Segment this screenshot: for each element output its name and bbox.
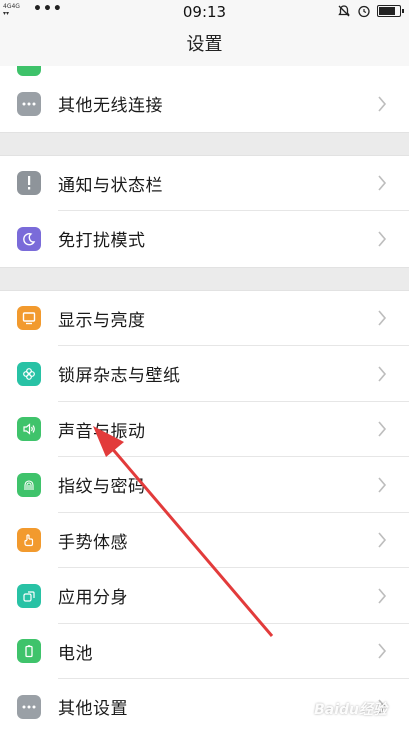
chevron-right-icon (378, 310, 387, 326)
setting-label: 电池 (58, 643, 93, 664)
chevron-right-icon (378, 366, 387, 382)
moon-icon (17, 226, 41, 251)
setting-label: 其他无线连接 (58, 96, 163, 117)
speaker-icon (17, 417, 41, 442)
chevron-right-icon (378, 643, 387, 659)
fingerprint-icon (17, 472, 41, 497)
page-title: 设置 (186, 34, 223, 55)
setting-label: 其他设置 (58, 699, 128, 720)
chevron-right-icon (378, 477, 387, 493)
chevron-right-icon (378, 421, 387, 437)
setting-label: 指纹与密码 (58, 477, 146, 498)
chevron-right-icon (378, 532, 387, 548)
settings-group: 其他无线连接 (0, 76, 409, 132)
setting-lockscreen-wallpaper[interactable]: 锁屏杂志与壁纸 (0, 346, 409, 402)
setting-other-wireless[interactable]: 其他无线连接 (0, 76, 409, 132)
setting-battery[interactable]: 电池 (0, 624, 409, 679)
watermark: Baidu经验 (314, 702, 387, 718)
more-dots-icon (17, 694, 41, 719)
chevron-right-icon (378, 588, 387, 604)
setting-app-clone[interactable]: 应用分身 (0, 568, 409, 624)
chevron-right-icon (378, 96, 387, 112)
app-clone-icon (17, 583, 41, 608)
group-separator (0, 131, 409, 156)
settings-list: 其他无线连接 通知与状态栏 免打扰模式 显示与亮度 锁屏杂志与壁纸 声音与振动 … (0, 66, 409, 735)
setting-label: 应用分身 (58, 588, 128, 609)
setting-label: 通知与状态栏 (58, 175, 163, 196)
display-icon (17, 306, 41, 331)
bell-muted-icon (338, 5, 350, 17)
partial-icon (17, 66, 41, 76)
setting-notifications[interactable]: 通知与状态栏 (0, 156, 409, 211)
chevron-right-icon (378, 175, 387, 191)
setting-display-brightness[interactable]: 显示与亮度 (0, 291, 409, 346)
list-item-partial[interactable] (0, 66, 409, 76)
battery-icon (17, 639, 41, 664)
settings-group: 显示与亮度 锁屏杂志与壁纸 声音与振动 指纹与密码 手势体感 应用分身 电池 其… (0, 290, 409, 735)
setting-label: 显示与亮度 (58, 310, 146, 331)
setting-label: 锁屏杂志与壁纸 (58, 366, 181, 387)
battery-icon (377, 5, 404, 17)
alarm-icon (358, 5, 370, 18)
exclamation-icon (17, 171, 41, 196)
setting-label: 手势体感 (58, 532, 128, 553)
setting-gesture-motion[interactable]: 手势体感 (0, 513, 409, 568)
setting-label: 声音与振动 (58, 421, 146, 442)
title-bar: 设置 (0, 24, 409, 66)
setting-label: 免打扰模式 (58, 231, 146, 252)
settings-group: 通知与状态栏 免打扰模式 (0, 155, 409, 267)
setting-fingerprint-password[interactable]: 指纹与密码 (0, 457, 409, 513)
setting-sound-vibration[interactable]: 声音与振动 (0, 402, 409, 457)
chevron-right-icon (378, 231, 387, 247)
group-separator (0, 266, 409, 291)
flower-icon (17, 361, 41, 386)
hand-gesture-icon (17, 528, 41, 553)
more-dots-icon (17, 91, 41, 116)
status-bar: 4G4G ▾▾ ••• 09:13 (0, 0, 409, 24)
setting-do-not-disturb[interactable]: 免打扰模式 (0, 211, 409, 267)
